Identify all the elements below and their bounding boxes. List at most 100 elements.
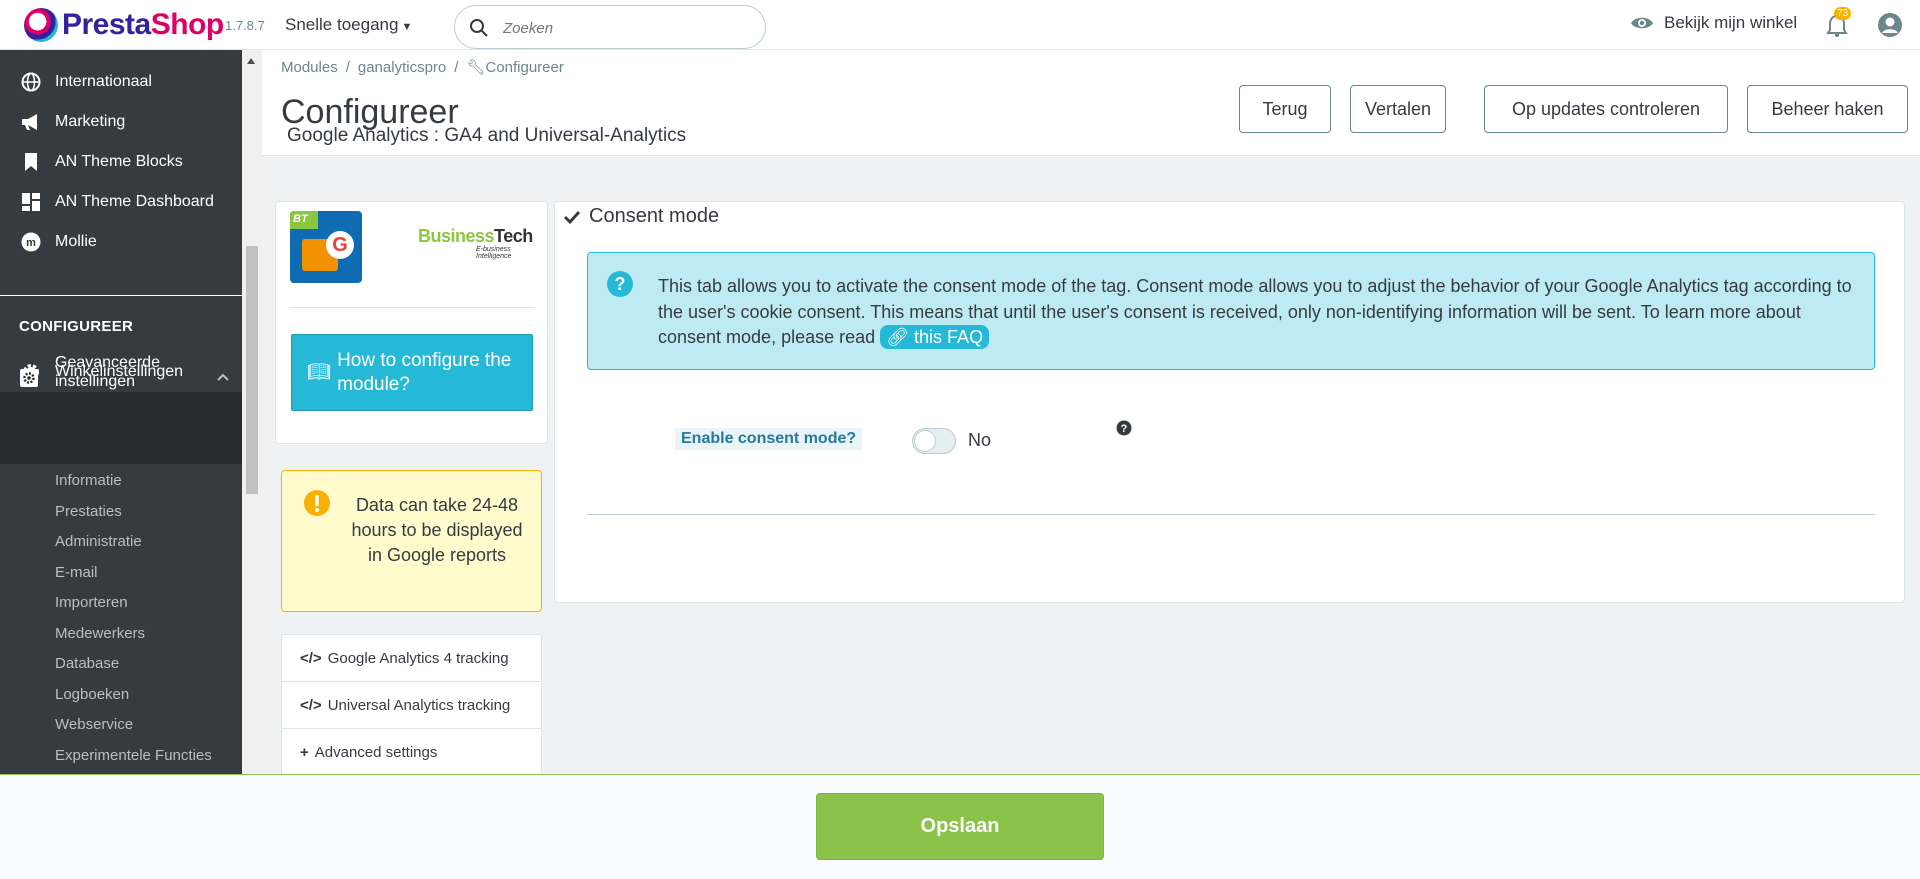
- info-body: This tab allows you to activate the cons…: [658, 276, 1852, 347]
- quick-access-label: Snelle toegang: [285, 15, 399, 34]
- sidebar-item-mollie[interactable]: m Mollie: [0, 224, 242, 260]
- search-input[interactable]: [503, 16, 743, 40]
- how-to-configure-label: How to configure the module?: [337, 349, 512, 395]
- sidebar-item-advanced-settings[interactable]: [0, 392, 242, 464]
- module-icon-badge: BT: [290, 211, 318, 229]
- checkmark-icon: [563, 210, 581, 224]
- breadcrumb-separator: /: [345, 59, 350, 76]
- sidebar-subitem-email[interactable]: E-mail: [55, 564, 98, 581]
- svg-text:?: ?: [615, 274, 626, 294]
- mollie-icon: m: [19, 230, 43, 254]
- sidebar-subitem-webservice[interactable]: Webservice: [55, 716, 133, 733]
- brand-name-part2: Tech: [494, 226, 533, 246]
- module-info-panel: BT G BusinessTech E-business Intelligenc…: [275, 201, 548, 444]
- module-tabs: </> Google Analytics 4 tracking </> Univer…: [281, 634, 542, 777]
- tab-universal-analytics-tracking[interactable]: </> Universal Analytics tracking: [282, 682, 541, 729]
- globe-icon: [19, 70, 43, 94]
- panel-divider: [587, 514, 1875, 515]
- sidebar-subitem-logboeken[interactable]: Logboeken: [55, 686, 129, 703]
- toggle-value: No: [968, 430, 992, 450]
- svg-text:m: m: [26, 237, 36, 249]
- businesstech-logo: BusinessTech: [418, 226, 533, 247]
- view-shop-link[interactable]: Bekijk mijn winkel: [1630, 13, 1797, 33]
- data-delay-warning: Data can take 24-48 hours to be displaye…: [281, 470, 542, 612]
- tab-ga4-tracking[interactable]: </> Google Analytics 4 tracking: [282, 635, 541, 682]
- enable-consent-mode-label: Enable consent mode?: [675, 428, 863, 450]
- section-title-configure: CONFIGUREER: [19, 318, 134, 335]
- sidebar-item-international[interactable]: Internationaal: [0, 64, 242, 100]
- sidebar-subitem-experimentele-functies[interactable]: Experimentele Functies: [55, 747, 212, 764]
- brand-tagline: E-business Intelligence: [476, 246, 512, 260]
- brand-name-part1: Business: [418, 226, 495, 246]
- plus-icon: +: [300, 743, 309, 761]
- sidebar-subitem-medewerkers[interactable]: Medewerkers: [55, 625, 145, 642]
- toggle-knob: [914, 430, 936, 452]
- breadcrumb-modules[interactable]: Modules: [281, 59, 338, 76]
- user-account-icon[interactable]: [1877, 12, 1903, 38]
- module-icon: BT G: [290, 211, 362, 283]
- panel-heading: Consent mode: [563, 205, 719, 228]
- prestashop-logo-icon: [24, 8, 58, 42]
- logo-text-shop: Shop: [150, 8, 225, 41]
- sidebar-item-label: Internationaal: [55, 73, 152, 90]
- sidebar-subitem-database[interactable]: Database: [55, 655, 119, 672]
- translate-button[interactable]: Vertalen: [1350, 85, 1446, 133]
- bookmark-icon: [19, 150, 43, 174]
- quick-access-dropdown[interactable]: Snelle toegang ▼: [285, 15, 412, 35]
- advanced-settings-icon: [20, 369, 38, 387]
- breadcrumb: Modules / ganalyticspro / 🔧︎Configureer: [281, 58, 564, 76]
- chevron-up-icon[interactable]: [216, 372, 230, 382]
- manage-hooks-button[interactable]: Beheer haken: [1747, 85, 1908, 133]
- sidebar-item-label: Geavanceerde instellingen: [55, 354, 160, 390]
- dashboard-icon: [19, 190, 43, 214]
- help-icon[interactable]: ?: [1116, 420, 1132, 436]
- consent-mode-toggle[interactable]: [912, 428, 956, 454]
- book-icon: 📖︎: [306, 361, 332, 383]
- scroll-up-arrow-icon[interactable]: [247, 58, 255, 64]
- sidebar-item-label: Mollie: [55, 233, 97, 250]
- logo-text: PrestaShop: [62, 8, 224, 42]
- link-icon: 🔗︎: [886, 327, 910, 347]
- scrollbar-thumb[interactable]: [246, 246, 258, 494]
- code-icon: </>: [300, 696, 322, 714]
- panel-title: Consent mode: [589, 205, 720, 227]
- breadcrumb-separator: /: [454, 59, 459, 76]
- sidebar-divider: [0, 295, 242, 296]
- back-button[interactable]: Terug: [1239, 85, 1331, 133]
- sidebar-subitem-importeren[interactable]: Importeren: [55, 594, 128, 611]
- info-text: This tab allows you to activate the cons…: [658, 274, 1863, 351]
- tab-label: Advanced settings: [314, 743, 438, 761]
- check-updates-button[interactable]: Op updates controleren: [1484, 85, 1728, 133]
- sidebar: Internationaal Marketing AN Theme Blocks…: [0, 50, 242, 774]
- warning-text: Data can take 24-48 hours to be displaye…: [351, 495, 523, 565]
- search-box[interactable]: [454, 5, 766, 49]
- breadcrumb-configure: Configureer: [485, 59, 564, 76]
- version-label: 1.7.8.7: [225, 18, 265, 33]
- tab-label: Google Analytics 4 tracking: [327, 649, 509, 667]
- sidebar-scrollbar[interactable]: [242, 50, 262, 774]
- wrench-icon: 🔧︎: [466, 59, 486, 76]
- notification-badge: 73: [1834, 7, 1852, 20]
- sidebar-subitem-administratie[interactable]: Administratie: [55, 533, 142, 550]
- sidebar-subitem-informatie[interactable]: Informatie: [55, 472, 122, 489]
- prestashop-logo[interactable]: PrestaShop: [24, 8, 224, 42]
- faq-link[interactable]: 🔗︎ this FAQ: [880, 325, 990, 349]
- page-subtitle: Google Analytics : GA4 and Universal-Ana…: [287, 125, 687, 146]
- logo-text-presta: Presta: [62, 8, 151, 41]
- sidebar-subitem-prestaties[interactable]: Prestaties: [55, 503, 122, 520]
- breadcrumb-ganalyticspro[interactable]: ganalyticspro: [358, 59, 446, 76]
- tab-advanced-settings[interactable]: + Advanced settings: [282, 729, 541, 776]
- sidebar-item-an-theme-dashboard[interactable]: AN Theme Dashboard: [0, 184, 242, 220]
- save-button[interactable]: Opslaan: [816, 793, 1104, 860]
- faq-link-label: this FAQ: [914, 327, 984, 347]
- sidebar-item-an-theme-blocks[interactable]: AN Theme Blocks: [0, 144, 242, 180]
- top-bar: PrestaShop 1.7.8.7 Snelle toegang▼ Bekij…: [0, 0, 1920, 50]
- sidebar-item-label: AN Theme Blocks: [55, 153, 183, 170]
- sidebar-item-marketing[interactable]: Marketing: [0, 104, 242, 140]
- sidebar-item-label: AN Theme Dashboard: [55, 193, 214, 210]
- megaphone-icon: [19, 110, 43, 134]
- eye-icon: [1631, 17, 1653, 29]
- panel-divider: [290, 307, 534, 308]
- exclamation-icon: [304, 490, 330, 516]
- how-to-configure-button[interactable]: 📖︎ How to configure the module?: [291, 334, 533, 411]
